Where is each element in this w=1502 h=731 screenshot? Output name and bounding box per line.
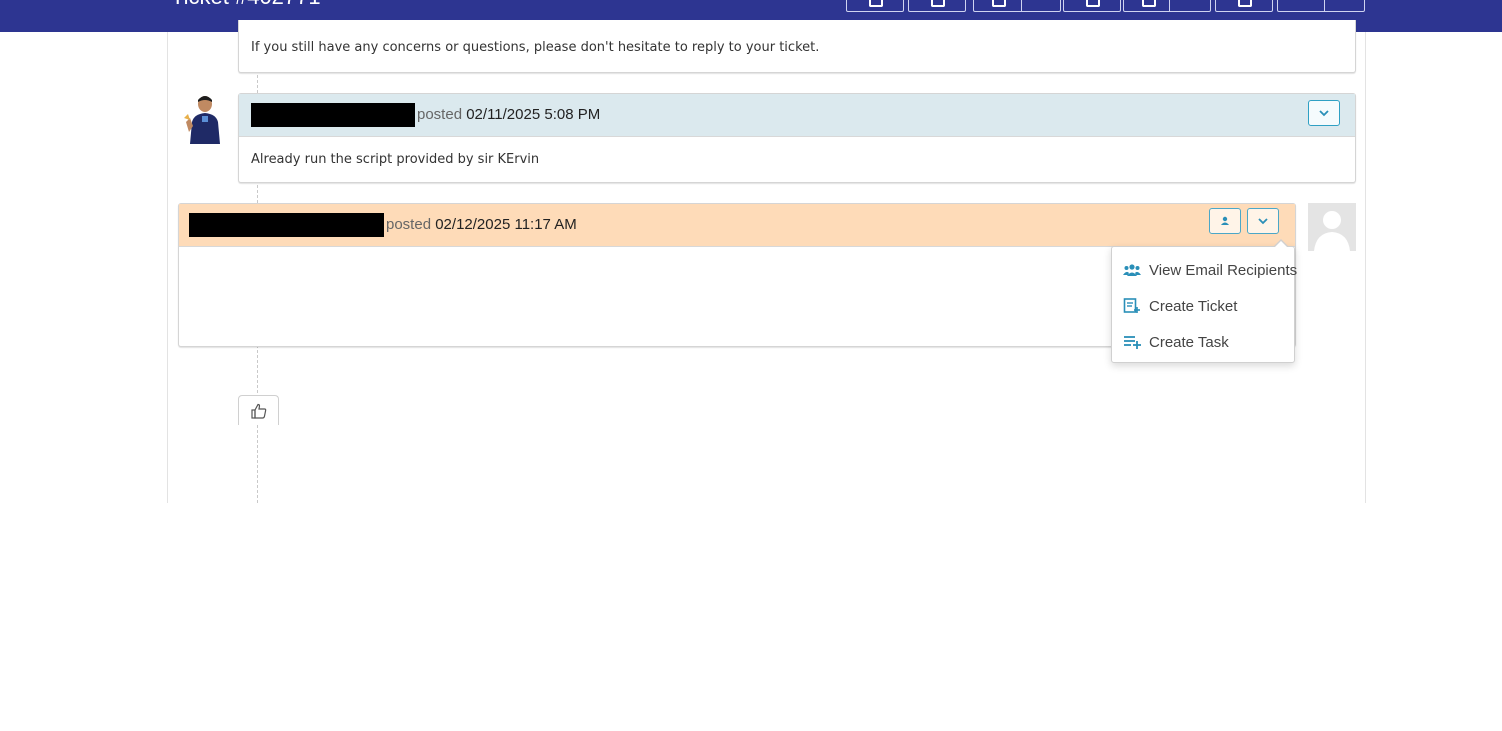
chevron-down-icon bbox=[1319, 109, 1329, 116]
dropdown-caret-inner bbox=[1275, 241, 1287, 247]
header-action-button-5[interactable] bbox=[1123, 0, 1211, 12]
create-ticket-icon bbox=[1123, 298, 1140, 313]
like-button[interactable] bbox=[238, 395, 279, 425]
menu-item-view-email-recipients[interactable]: View Email Recipients bbox=[1112, 252, 1312, 288]
message-header: posted 02/11/2025 5:08 PM bbox=[239, 94, 1355, 137]
header-action-button-1[interactable] bbox=[846, 0, 904, 12]
menu-item-create-ticket[interactable]: Create Ticket bbox=[1112, 288, 1312, 324]
menu-item-label: Create Task bbox=[1149, 333, 1229, 351]
header-action-button-4[interactable] bbox=[1063, 0, 1121, 12]
message-options-dropdown: View Email Recipients Create Ticket Crea… bbox=[1111, 246, 1297, 363]
message-body: If you still have any concerns or questi… bbox=[251, 40, 820, 55]
users-icon bbox=[1123, 264, 1141, 276]
person-icon bbox=[1221, 216, 1229, 225]
posted-label: posted bbox=[417, 106, 463, 123]
email-recipients-button[interactable] bbox=[1209, 208, 1241, 234]
posted-label: posted bbox=[386, 216, 432, 233]
create-task-icon bbox=[1124, 336, 1141, 349]
header-action-button-2[interactable] bbox=[908, 0, 966, 12]
message-header: posted 02/12/2025 11:17 AM bbox=[179, 204, 1295, 247]
message-card-1: If you still have any concerns or questi… bbox=[238, 20, 1356, 73]
redacted-author-name bbox=[251, 103, 415, 128]
thumbs-up-icon bbox=[250, 403, 266, 419]
post-date: 02/12/2025 11:17 AM bbox=[435, 216, 577, 233]
message-options-button[interactable] bbox=[1308, 100, 1340, 126]
message-options-button[interactable] bbox=[1247, 208, 1279, 234]
header-action-button-6[interactable] bbox=[1215, 0, 1273, 12]
menu-item-create-task[interactable]: Create Task bbox=[1112, 324, 1312, 360]
header-action-button-7[interactable] bbox=[1277, 0, 1365, 12]
message-body: Already run the script provided by sir K… bbox=[251, 152, 540, 167]
redacted-author-name bbox=[189, 213, 384, 238]
menu-item-label: View Email Recipients bbox=[1149, 261, 1298, 279]
ticket-title: Ticket #402771 bbox=[171, 0, 321, 10]
chevron-down-icon bbox=[1258, 217, 1268, 224]
message-card-2: posted 02/11/2025 5:08 PM Already run th… bbox=[238, 93, 1356, 183]
header-action-button-3[interactable] bbox=[973, 0, 1061, 12]
menu-item-label: Create Ticket bbox=[1149, 297, 1238, 315]
default-avatar-icon bbox=[1308, 203, 1356, 251]
post-date: 02/11/2025 5:08 PM bbox=[466, 106, 601, 123]
user-avatar bbox=[180, 92, 228, 144]
